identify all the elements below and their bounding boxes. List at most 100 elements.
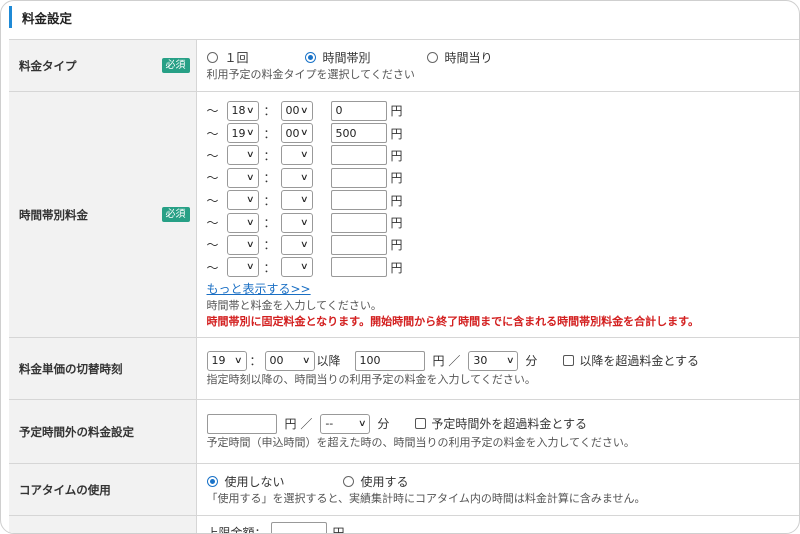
radio-selected-icon[interactable]: [206, 476, 218, 487]
band-hour-select[interactable]: ∨: [226, 212, 259, 233]
outside-amount-input[interactable]: [206, 413, 277, 434]
select-value: 18: [231, 104, 246, 118]
tilde-text: 〜: [206, 126, 219, 141]
band-amount-input[interactable]: [330, 212, 387, 233]
show-more-link[interactable]: もっと表示する>>: [207, 280, 311, 297]
band-amount-input[interactable]: [330, 257, 387, 278]
tilde-text: 〜: [206, 104, 219, 119]
band-hour-select[interactable]: ∨: [226, 145, 259, 166]
row-content-cell: 上限金額： 円: [196, 515, 799, 534]
minute-unit: 分: [525, 354, 538, 368]
upper-limit-input[interactable]: [270, 522, 327, 533]
band-minute-select[interactable]: ∨: [280, 234, 313, 255]
band-amount-input[interactable]: [330, 167, 387, 188]
row-label-cell: 予定時間外の料金設定: [9, 399, 197, 464]
band-amount-input[interactable]: [330, 190, 387, 211]
form-row-fee-type: 料金タイプ 必須 １回 時間帯別 時間当り 利用予定の料金タイプを選択してくださ…: [9, 39, 799, 92]
required-badge: 必須: [161, 58, 190, 73]
band-hour-select[interactable]: 18 ∨: [226, 100, 259, 121]
fee-settings-form: 料金タイプ 必須 １回 時間帯別 時間当り 利用予定の料金タイプを選択してくださ…: [9, 39, 799, 534]
fee-settings-panel: 料金設定 料金タイプ 必須 １回 時間帯別 時間当り 利用予定の料金タイプを選択…: [0, 0, 800, 534]
outside-overtime-checkbox[interactable]: [415, 418, 427, 429]
core-time-option-off[interactable]: 使用しない: [206, 473, 343, 490]
band-minute-select[interactable]: 00 ∨: [280, 100, 313, 121]
yen-unit: 円: [390, 171, 403, 186]
time-band-row: 〜 ∨ ： ∨ 円: [207, 189, 794, 211]
chevron-down-icon: ∨: [245, 195, 255, 206]
band-amount-input[interactable]: [330, 145, 387, 166]
yen-unit: 円: [390, 148, 403, 163]
chevron-down-icon: ∨: [245, 239, 255, 250]
radio-selected-icon[interactable]: [304, 52, 316, 63]
chevron-down-icon: ∨: [299, 105, 309, 116]
upper-limit-label: 上限金額：: [206, 525, 267, 534]
after-text: 以降: [316, 354, 341, 368]
band-minute-select[interactable]: ∨: [280, 145, 313, 166]
core-time-radio-group: 使用しない 使用する: [206, 473, 794, 491]
minute-unit: 分: [377, 417, 390, 431]
time-band-row: 〜 ∨ ： ∨ 円: [207, 144, 794, 166]
band-minute-select[interactable]: ∨: [280, 190, 313, 211]
switch-hour-select[interactable]: 19 ∨: [206, 350, 247, 371]
overtime-checkbox[interactable]: [563, 355, 575, 366]
radio-icon[interactable]: [426, 52, 438, 63]
band-hour-select[interactable]: ∨: [226, 190, 259, 211]
band-hour-select[interactable]: ∨: [226, 234, 259, 255]
yen-unit: 円: [390, 104, 403, 119]
colon: ：: [263, 216, 276, 231]
band-minute-select[interactable]: ∨: [280, 212, 313, 233]
chevron-down-icon: ∨: [299, 128, 309, 139]
chevron-down-icon: ∨: [245, 105, 255, 116]
chevron-down-icon: ∨: [245, 150, 255, 161]
time-band-help: 時間帯と料金を入力してください。: [206, 298, 382, 312]
yen-unit: 円: [390, 238, 403, 253]
radio-icon[interactable]: [342, 476, 354, 487]
core-time-label: コアタイムの使用: [19, 482, 111, 497]
row-content-cell: 円 ／ -- ∨ 分 予定時間外を超過料金とする 予定時間（申込時間）を超えた時の…: [196, 399, 799, 464]
core-time-option-on[interactable]: 使用する: [342, 473, 409, 490]
per-minutes-select[interactable]: 30 ∨: [468, 350, 519, 371]
colon: ：: [263, 148, 276, 163]
form-row-time-band-fee: 時間帯別料金 必須 〜 18 ∨： 00 ∨ 0 円〜 19 ∨： 00 ∨ 500 円〜 ∨： ∨ 円〜 ∨：…: [9, 91, 799, 338]
form-row-upper-limit: 上限金額： 円: [9, 515, 799, 534]
band-minute-select[interactable]: 00 ∨: [280, 123, 313, 144]
colon: ：: [263, 126, 276, 141]
chevron-down-icon: ∨: [245, 217, 255, 228]
form-row-outside-fee: 予定時間外の料金設定 円 ／ -- ∨ 分 予定時間外を超過料金とする 予定時間（…: [9, 399, 799, 464]
time-band-list: 〜 18 ∨： 00 ∨ 0 円〜 19 ∨： 00 ∨ 500 円〜 ∨： ∨ 円〜 ∨： ∨ 円〜 ∨： ∨ 円〜 ∨：…: [207, 99, 794, 278]
band-minute-select[interactable]: ∨: [280, 167, 313, 188]
fee-type-option-hourly[interactable]: 時間当り: [426, 49, 493, 66]
section-title: 料金設定: [22, 10, 73, 26]
band-hour-select[interactable]: 19 ∨: [226, 123, 259, 144]
colon: ：: [263, 171, 276, 186]
chevron-down-icon: ∨: [357, 418, 367, 429]
chevron-down-icon: ∨: [245, 262, 255, 273]
tilde-text: 〜: [206, 193, 219, 208]
band-minute-select[interactable]: ∨: [280, 257, 313, 278]
core-time-help: 「使用する」を選択すると、実績集計時にコアタイム内の時間は料金計算に含みません。: [206, 491, 646, 505]
chevron-down-icon: ∨: [299, 217, 309, 228]
chevron-down-icon: ∨: [505, 355, 515, 366]
band-hour-select[interactable]: ∨: [226, 257, 259, 278]
fee-type-option-once[interactable]: １回: [206, 49, 305, 66]
switch-minute-select[interactable]: 00 ∨: [264, 350, 315, 371]
outside-per-minutes-select[interactable]: -- ∨: [320, 413, 371, 434]
chevron-down-icon: ∨: [245, 128, 255, 139]
chevron-down-icon: ∨: [299, 172, 309, 183]
switch-amount-input[interactable]: 100: [354, 350, 425, 371]
radio-label: 使用する: [360, 475, 409, 489]
fee-type-radio-group: １回 時間帯別 時間当り: [206, 49, 794, 67]
select-value: --: [325, 417, 334, 430]
yen-unit: 円: [390, 193, 403, 208]
colon: ：: [249, 354, 262, 368]
band-hour-select[interactable]: ∨: [226, 167, 259, 188]
band-amount-input[interactable]: 0: [330, 100, 387, 121]
row-label-cell: 料金単価の切替時刻: [9, 337, 197, 400]
fee-type-option-time-band[interactable]: 時間帯別: [304, 49, 427, 66]
fee-type-label: 料金タイプ: [19, 58, 77, 73]
switch-time-help: 指定時刻以降の、時間当りの利用予定の料金を入力してください。: [206, 372, 536, 386]
radio-icon[interactable]: [206, 52, 218, 63]
band-amount-input[interactable]: 500: [330, 123, 387, 144]
form-row-switch-time: 料金単価の切替時刻 19 ∨ ： 00 ∨ 以降 100 円 ／ 30 ∨ 分 …: [9, 337, 799, 400]
band-amount-input[interactable]: [330, 234, 387, 255]
